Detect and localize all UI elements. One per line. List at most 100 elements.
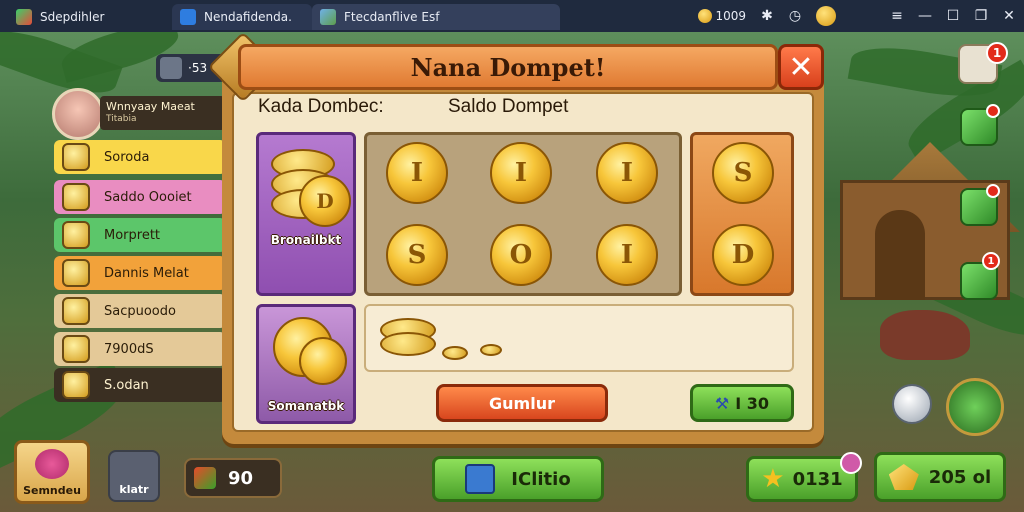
sidebar-item-label: Morprett — [104, 227, 161, 243]
tab-2[interactable]: Nendafidenda. — [172, 4, 312, 30]
coin-counter: 1009 — [697, 8, 746, 24]
menu-icon[interactable]: ≡ — [890, 8, 904, 24]
silver-orb-icon[interactable] — [892, 384, 932, 424]
wallet-balance-label: Saldo Dompet — [448, 96, 569, 117]
avatar[interactable] — [52, 88, 104, 140]
home-button-label: Semndeu — [23, 484, 81, 497]
close-window-icon[interactable]: ✕ — [1002, 8, 1016, 24]
value-button-label: I 30 — [735, 393, 770, 413]
coin-stack-icon — [442, 346, 468, 360]
coin-stack-icon — [380, 332, 436, 356]
player-name: Wnnyaay Maeat — [106, 100, 195, 113]
chat-count: ·53 — [188, 61, 208, 75]
star-value: 0131 — [792, 468, 843, 490]
gem-badge — [986, 104, 1000, 118]
wallet-icon — [62, 183, 90, 211]
coin-strip — [364, 304, 794, 372]
sidebar-item-4[interactable]: Dannis Melat — [54, 256, 226, 290]
sidebar-item-7[interactable]: S.odan — [54, 368, 226, 402]
gold-coin-icon[interactable]: I — [596, 224, 658, 286]
sidebar-item-2[interactable]: Saddo Oooiet — [54, 180, 226, 214]
coin-bag-panel[interactable]: Somanatbk — [256, 304, 356, 424]
star-badge — [840, 452, 862, 474]
gold-coin-icon[interactable]: I — [386, 142, 448, 204]
gem-badge — [986, 184, 1000, 198]
center-button[interactable]: IClitio — [432, 456, 604, 502]
sidebar-item-label: S.odan — [104, 377, 149, 393]
sidebar-item-1[interactable]: Soroda — [54, 140, 226, 174]
tab-3-label: Ftecdanflive Esf — [344, 10, 440, 24]
blue-app-icon — [180, 9, 196, 25]
gem-counter[interactable]: 205 ol — [874, 452, 1006, 502]
panel-1-label: Bronailbkt — [270, 233, 342, 247]
gold-coin-icon[interactable]: I — [596, 142, 658, 204]
gem-badge: 1 — [982, 252, 1000, 270]
gold-coin-icon — [299, 337, 347, 385]
coin-icon — [62, 143, 90, 171]
coin-stack-icon — [480, 344, 502, 356]
sidebar-item-label: Sacpuoodo — [104, 303, 176, 319]
restore-icon[interactable]: ❐ — [974, 8, 988, 24]
chrome-controls: 1009 ✱ ◷ ≡ — ☐ ❐ ✕ — [697, 0, 1016, 32]
home-button[interactable]: Semndeu — [14, 440, 90, 504]
dialog-title: Nana Dompet! — [238, 44, 778, 90]
sidebar-item-label: Saddo Oooiet — [104, 189, 192, 205]
value-button[interactable]: ⚒ I 30 — [690, 384, 794, 422]
gold-coin-icon[interactable]: S — [712, 142, 774, 204]
pig-icon — [62, 371, 90, 399]
chat-icon — [160, 57, 182, 79]
image-app-icon — [320, 9, 336, 25]
tab-3[interactable]: Ftecdanflive Esf — [312, 4, 560, 30]
scroll-icon — [62, 297, 90, 325]
bag-icon — [62, 259, 90, 287]
settings-icon[interactable]: ✱ — [760, 8, 774, 24]
sidebar-item-label: Dannis Melat — [104, 265, 189, 281]
star-icon: ★ — [761, 464, 785, 494]
tab-2-label: Nendafidenda. — [204, 10, 292, 24]
helmet-button-label: klatr — [119, 483, 149, 496]
gold-counter: 90 — [184, 458, 282, 498]
chest-icon — [194, 467, 216, 489]
browser-titlebar: Sdepdihler Nendafidenda. Ftecdanflive Es… — [0, 0, 1024, 32]
maximize-icon[interactable]: ☐ — [946, 8, 960, 24]
gold-coin-icon: D — [299, 175, 351, 227]
gem-chest-icon[interactable] — [946, 378, 1004, 436]
coin-count: 1009 — [715, 8, 746, 23]
sidebar-item-6[interactable]: 7900dS — [54, 332, 226, 366]
gold-coin-icon[interactable]: O — [490, 224, 552, 286]
gold-coin-icon[interactable]: S — [386, 224, 448, 286]
helmet-button[interactable]: klatr — [108, 450, 160, 502]
game-app-icon — [16, 9, 32, 25]
coin-icon — [62, 335, 90, 363]
minimize-icon[interactable]: — — [918, 8, 932, 24]
sidebar-item-3[interactable]: Morprett — [54, 218, 226, 252]
coin-pack-panel[interactable]: D Bronailbkt — [256, 132, 356, 296]
gold-coin-icon[interactable]: I — [490, 142, 552, 204]
gold-value: 90 — [228, 467, 254, 489]
sun-emblem-icon — [35, 449, 69, 479]
confirm-button[interactable]: Gumlur — [436, 384, 608, 422]
sidebar-item-5[interactable]: Sacpuoodo — [54, 294, 226, 328]
wallet-left-label: Kada Dombec: — [258, 96, 384, 117]
tab-1[interactable]: Sdepdihler — [8, 4, 168, 30]
hammer-icon: ⚒ — [714, 393, 730, 413]
close-button[interactable]: ✕ — [778, 44, 824, 90]
gem-value: 205 ol — [928, 466, 992, 488]
tab-1-label: Sdepdihler — [40, 10, 105, 24]
gold-gem-icon — [888, 464, 919, 490]
rock — [880, 310, 970, 360]
player-name-box: Wnnyaay Maeat Titabia — [100, 96, 225, 130]
gold-coin-icon[interactable] — [816, 6, 836, 26]
gem-icon — [62, 221, 90, 249]
sidebar-item-label: 7900dS — [104, 341, 154, 357]
sidebar-item-label: Soroda — [104, 149, 150, 165]
center-button-label: IClitio — [511, 468, 571, 490]
player-subtitle: Titabia — [106, 114, 137, 124]
hut-door — [875, 210, 925, 300]
panel-2-label: Somanatbk — [267, 399, 345, 413]
coin-icon — [697, 9, 712, 24]
gold-coin-icon[interactable]: D — [712, 224, 774, 286]
clock-icon[interactable]: ◷ — [788, 8, 802, 24]
card-icon — [465, 464, 496, 494]
mail-badge: 1 — [986, 42, 1008, 64]
